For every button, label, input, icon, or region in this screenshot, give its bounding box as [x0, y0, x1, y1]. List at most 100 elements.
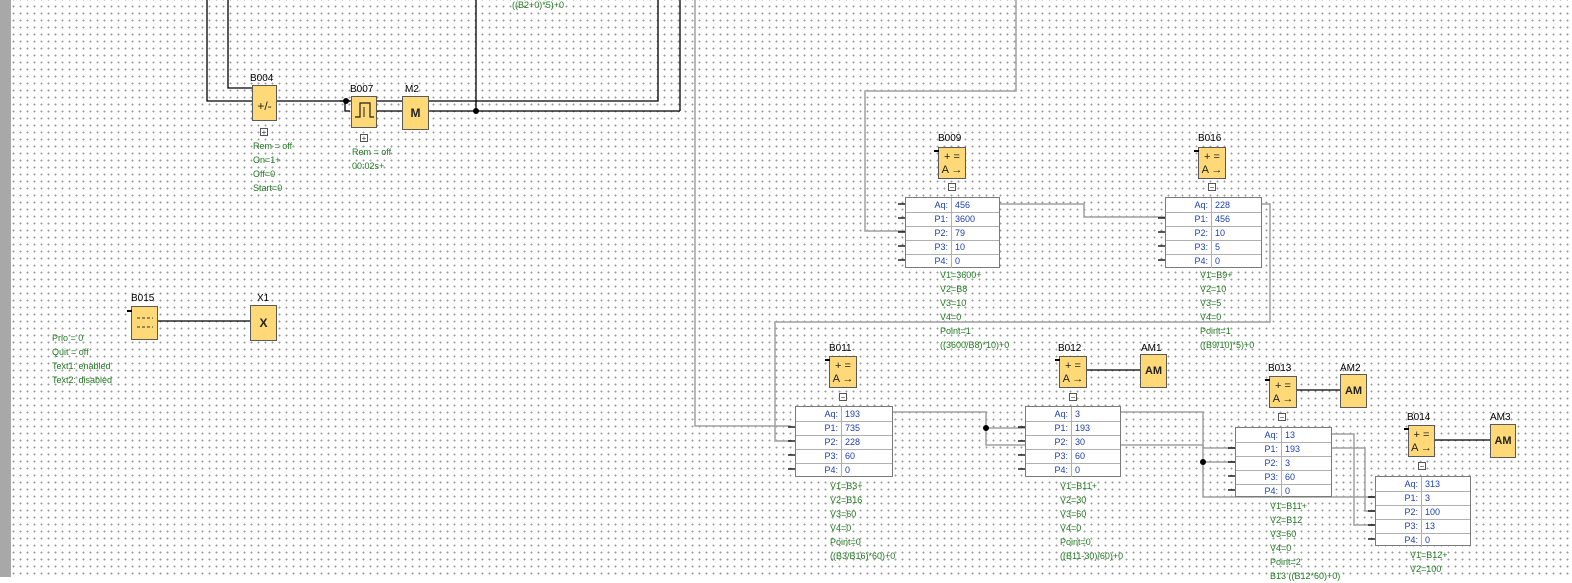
- param-line: On=1+: [253, 155, 281, 165]
- block-params-b013: V1=B11+ V2=B12 V3=60 V4=0 Point=2 B13 ((…: [1270, 499, 1340, 583]
- param-key: P1:: [1166, 212, 1212, 226]
- param-key: P4:: [1166, 254, 1212, 268]
- updown-counter-block[interactable]: +/-: [252, 85, 277, 121]
- analog-flag-am3[interactable]: AM: [1490, 424, 1516, 458]
- param-key: P2:: [796, 435, 842, 449]
- param-value: 193: [1075, 423, 1091, 433]
- plus-equals-symbol: + =: [835, 360, 851, 372]
- analog-flag-am2[interactable]: AM: [1340, 374, 1367, 408]
- message-icon: [137, 317, 153, 328]
- expand-icon[interactable]: +: [260, 128, 268, 137]
- input-pin: [934, 150, 939, 152]
- open-connector-x1[interactable]: X: [250, 305, 277, 341]
- param-key: P4:: [1026, 463, 1072, 477]
- message-text-block[interactable]: [131, 306, 158, 340]
- wire: [1000, 203, 1165, 218]
- param-value: 228: [845, 437, 861, 447]
- param-table-b009[interactable]: Aq: 456 P1: 3600 P2: 79 P3: 10 P4: 0: [905, 197, 1000, 268]
- param-table-b014[interactable]: Aq: 313 P1: 3 P2: 100 P3: 13 P4: 0: [1375, 476, 1471, 547]
- block-label-x1: X1: [257, 293, 270, 304]
- param-key: P2:: [1026, 435, 1072, 449]
- param-line: Point=1: [940, 326, 971, 336]
- param-table-b012[interactable]: Aq: 3 P1: 193 P2: 30 P3: 60 P4: 0: [1025, 406, 1121, 477]
- param-line: V2=B12: [1270, 515, 1303, 525]
- analog-math-block-b009[interactable]: + = A →: [938, 147, 966, 179]
- plus-equals-symbol: + =: [1065, 360, 1081, 372]
- param-value: 313: [1425, 479, 1441, 489]
- block-label-b013: B013: [1268, 363, 1292, 374]
- block-params-b016: V1=B9+ V2=10 V3=5 V4=0 Point=1 ((B9/10)*…: [1200, 268, 1254, 352]
- block-params-b011: V1=B3+ V2=B16 V3=60 V4=0 Point=0 ((B3/B1…: [830, 479, 895, 563]
- wire: [893, 411, 1025, 429]
- param-key: P3:: [1376, 519, 1422, 533]
- collapse-icon[interactable]: −: [839, 393, 847, 402]
- wires-layer: [158, 0, 1490, 526]
- marker-block-m2[interactable]: M: [402, 96, 429, 130]
- param-line: Point=0: [830, 537, 861, 547]
- collapse-icon[interactable]: −: [1278, 413, 1286, 422]
- param-line: V4=0: [1200, 312, 1222, 322]
- connector-symbol: X: [259, 316, 268, 330]
- analog-math-block-b013[interactable]: + = A →: [1269, 376, 1297, 408]
- param-line: V4=0: [1060, 523, 1082, 533]
- param-value: 3600: [955, 214, 976, 224]
- expand-icon[interactable]: +: [360, 134, 368, 143]
- block-params-b012: V1=B11+ V2=30 V3=60 V4=0 Point=0 ((B11-3…: [1060, 479, 1123, 563]
- collapse-icon[interactable]: −: [1418, 462, 1426, 471]
- block-label-b016: B016: [1198, 133, 1222, 144]
- analog-math-block-b014[interactable]: + = A →: [1408, 425, 1435, 457]
- block-label-am1: AM1: [1141, 343, 1162, 354]
- block-label-am3: AM3: [1490, 412, 1511, 423]
- param-line: V2=B8: [940, 284, 968, 294]
- param-key: Aq:: [1026, 407, 1072, 421]
- analog-math-block-b012[interactable]: + = A →: [1059, 356, 1087, 388]
- collapse-icon[interactable]: −: [1208, 183, 1216, 192]
- param-value: 228: [1215, 200, 1231, 210]
- block-params-b009: V1=3600+ V2=B8 V3=10 V4=0 Point=1 ((3600…: [940, 268, 1009, 352]
- param-line: ((3600/B8)*10)+0: [940, 340, 1010, 350]
- collapse-icon[interactable]: −: [948, 183, 956, 192]
- param-line: V3=10: [940, 298, 967, 308]
- param-table-b013[interactable]: Aq: 13 P1: 193 P2: 3 P3: 60 P4: 0: [1235, 427, 1332, 498]
- block-label-b014: B014: [1407, 412, 1431, 423]
- marker-symbol: M: [410, 106, 421, 120]
- param-value: 3: [1075, 409, 1081, 419]
- param-line: Point=2: [1270, 557, 1301, 567]
- input-pin: [1055, 359, 1060, 361]
- junction-dot: [473, 108, 479, 114]
- param-line: V3=60: [1270, 529, 1297, 539]
- math-symbol: A →: [832, 373, 854, 385]
- param-key: Aq:: [1376, 477, 1422, 491]
- param-key: P2:: [1376, 505, 1422, 519]
- plus-equals-symbol: + =: [1413, 429, 1430, 441]
- counter-symbol: +/-: [257, 99, 272, 113]
- analog-math-block-b011[interactable]: + = A →: [829, 356, 857, 388]
- param-line: Start=0: [253, 183, 283, 193]
- block-label-b009: B009: [938, 133, 962, 144]
- param-line: Point=0: [1060, 537, 1091, 547]
- param-line: V1=B11+: [1060, 481, 1097, 491]
- analog-flag-am1[interactable]: AM: [1140, 354, 1167, 388]
- analog-math-block-b016[interactable]: + = A →: [1198, 147, 1226, 179]
- block-label-m2: M2: [405, 84, 419, 95]
- param-value: 0: [845, 465, 851, 475]
- param-line: Text2: disabled: [52, 375, 113, 385]
- param-line: V1=B9+: [1200, 270, 1233, 280]
- param-line: Rem = off: [253, 141, 293, 151]
- param-table-b011[interactable]: Aq: 193 P1: 735 P2: 228 P3: 60 P4: 0: [795, 406, 893, 477]
- param-key: P2:: [1236, 456, 1282, 470]
- collapse-icon[interactable]: −: [1069, 393, 1077, 402]
- param-value: 193: [845, 409, 861, 419]
- wire: [345, 0, 659, 102]
- plus-equals-symbol: + =: [1275, 380, 1291, 392]
- block-label-b015: B015: [131, 293, 155, 304]
- input-pin: [1404, 428, 1409, 430]
- param-value: 5: [1215, 242, 1221, 252]
- junction-dot: [343, 98, 349, 104]
- block-label-b012: B012: [1058, 343, 1082, 354]
- param-table-b016[interactable]: Aq: 228 P1: 456 P2: 10 P3: 5 P4: 0: [1165, 197, 1262, 268]
- pulse-timer-block[interactable]: [351, 96, 377, 128]
- param-line: V2=B16: [830, 495, 863, 505]
- param-line: V1=B3+: [830, 481, 863, 491]
- param-key: P3:: [1236, 470, 1282, 484]
